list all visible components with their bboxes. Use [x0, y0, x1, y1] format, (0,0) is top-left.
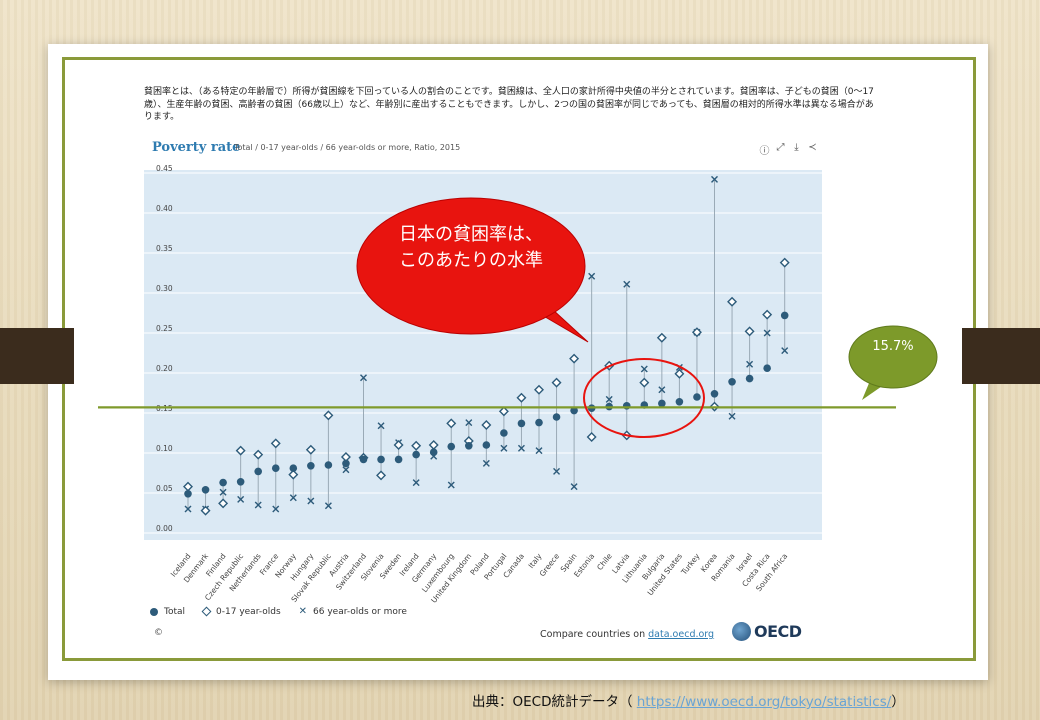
callout-text: 日本の貧困率は、このあたりの水準: [399, 224, 543, 271]
total-mark: [184, 490, 192, 498]
total-mark: [359, 455, 368, 464]
total-mark: [552, 413, 561, 421]
total-mark: [447, 442, 456, 451]
y-tick-label: 0.10: [156, 444, 173, 453]
y-tick-label: 0.35: [156, 244, 173, 253]
y-tick-label: 0.25: [156, 324, 173, 333]
total-mark: [254, 467, 262, 476]
chart-svg: 0.000.050.100.150.200.250.300.350.400.45…: [98, 164, 938, 605]
total-mark: [500, 429, 508, 437]
total-mark: [394, 455, 403, 464]
total-mark: [728, 378, 736, 386]
y-tick-label: 0.00: [156, 524, 173, 533]
source-prefix: 出典：OECD統計データ（: [472, 694, 637, 710]
source-link[interactable]: https://www.oecd.org/tokyo/statistics/: [637, 694, 892, 710]
reference-bubble-body: [848, 325, 938, 389]
y-tick-label: 0.20: [156, 364, 173, 373]
total-mark: [271, 464, 280, 473]
total-mark: [289, 464, 298, 473]
total-mark: [535, 418, 543, 427]
y-tick-label: 0.30: [156, 284, 173, 293]
total-mark: [342, 459, 350, 468]
total-mark: [201, 486, 210, 494]
source-suffix: ）: [891, 694, 905, 710]
total-mark: [482, 441, 491, 449]
total-mark: [710, 390, 719, 398]
total-mark: [763, 364, 771, 373]
total-mark: [412, 450, 420, 459]
total-mark: [324, 461, 333, 469]
source-credit: 出典：OECD統計データ（ https://www.oecd.org/tokyo…: [472, 690, 905, 710]
reference-value-label: 15.7%: [872, 339, 914, 354]
total-mark: [465, 442, 473, 450]
x-tick-label: Turkey: [679, 551, 702, 577]
total-mark: [377, 455, 385, 464]
total-mark: [517, 419, 526, 428]
total-mark: [307, 462, 315, 470]
total-mark: [693, 393, 701, 401]
total-mark: [429, 448, 438, 457]
total-mark: [658, 399, 666, 408]
total-mark: [236, 478, 245, 486]
total-mark: [745, 374, 754, 383]
y-tick-label: 0.45: [156, 164, 173, 173]
total-mark: [780, 311, 789, 320]
y-tick-label: 0.05: [156, 484, 173, 493]
total-mark: [675, 398, 684, 406]
y-tick-label: 0.40: [156, 204, 173, 213]
total-mark: [219, 478, 227, 487]
